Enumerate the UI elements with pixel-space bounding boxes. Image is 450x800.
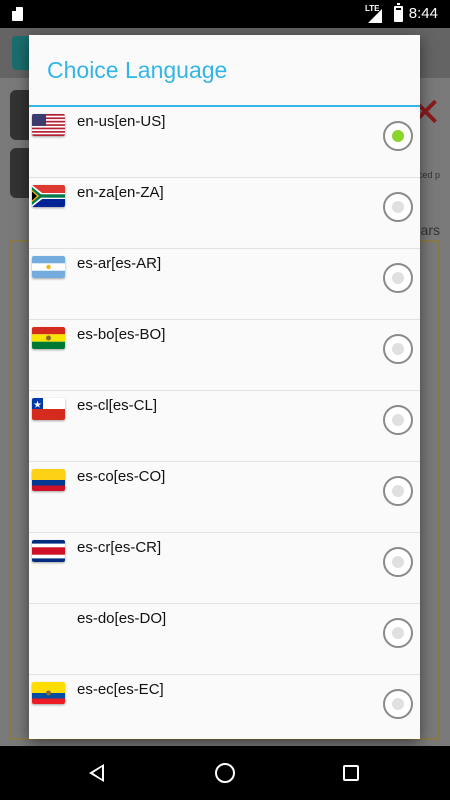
signal-icon bbox=[368, 9, 382, 23]
background-text: ars bbox=[420, 222, 440, 238]
radio-button[interactable] bbox=[383, 405, 413, 435]
language-label: es-cr[es-CR] bbox=[77, 539, 162, 556]
radio-button[interactable] bbox=[383, 547, 413, 577]
radio-dot-icon bbox=[392, 485, 404, 497]
cr-flag-icon bbox=[32, 540, 65, 562]
radio-button[interactable] bbox=[383, 476, 413, 506]
ar-flag-icon bbox=[32, 256, 65, 278]
status-bar: LTE 8:44 bbox=[0, 0, 450, 28]
radio-button[interactable] bbox=[383, 618, 413, 648]
language-item-es-do[interactable]: es-do[es-DO] bbox=[29, 604, 420, 675]
language-label: es-do[es-DO] bbox=[77, 610, 167, 627]
language-item-en-us[interactable]: en-us[en-US] bbox=[29, 107, 420, 178]
home-icon[interactable] bbox=[215, 763, 235, 783]
radio-dot-icon bbox=[392, 272, 404, 284]
radio-dot-icon bbox=[392, 556, 404, 568]
language-item-es-cr[interactable]: es-cr[es-CR] bbox=[29, 533, 420, 604]
language-item-es-ec[interactable]: es-ec[es-EC] bbox=[29, 675, 420, 739]
radio-button[interactable] bbox=[383, 192, 413, 222]
language-item-en-za[interactable]: en-za[en-ZA] bbox=[29, 178, 420, 249]
background-text: ced p bbox=[417, 170, 440, 180]
radio-dot-icon bbox=[392, 698, 404, 710]
battery-icon bbox=[394, 3, 403, 22]
radio-button[interactable] bbox=[383, 263, 413, 293]
language-list: en-us[en-US] en-za[en-ZA] es-ar[es-AR] e… bbox=[29, 107, 420, 739]
dialog-title: Choice Language bbox=[47, 57, 228, 83]
radio-button[interactable] bbox=[383, 121, 413, 151]
ec-flag-icon bbox=[32, 682, 65, 704]
navigation-bar bbox=[0, 746, 450, 800]
radio-dot-icon bbox=[392, 414, 404, 426]
cl-flag-icon bbox=[32, 398, 65, 420]
language-label: es-ar[es-AR] bbox=[77, 255, 162, 272]
language-dialog: Choice Language en-us[en-US] en-za[en-ZA… bbox=[29, 35, 420, 739]
back-icon[interactable] bbox=[89, 764, 104, 782]
sd-card-icon bbox=[12, 7, 23, 21]
language-item-es-ar[interactable]: es-ar[es-AR] bbox=[29, 249, 420, 320]
language-label: es-bo[es-BO] bbox=[77, 326, 166, 343]
language-item-es-cl[interactable]: es-cl[es-CL] bbox=[29, 391, 420, 462]
language-label: en-us[en-US] bbox=[77, 113, 166, 130]
language-label: en-za[en-ZA] bbox=[77, 184, 164, 201]
language-item-es-co[interactable]: es-co[es-CO] bbox=[29, 462, 420, 533]
co-flag-icon bbox=[32, 469, 65, 491]
radio-dot-icon bbox=[392, 343, 404, 355]
recents-icon[interactable] bbox=[343, 765, 359, 781]
us-flag-icon bbox=[32, 114, 65, 136]
language-item-es-bo[interactable]: es-bo[es-BO] bbox=[29, 320, 420, 391]
radio-button[interactable] bbox=[383, 689, 413, 719]
language-label: es-co[es-CO] bbox=[77, 468, 166, 485]
radio-button[interactable] bbox=[383, 334, 413, 364]
language-label: es-cl[es-CL] bbox=[77, 397, 158, 414]
language-label: es-ec[es-EC] bbox=[77, 681, 164, 698]
radio-dot-icon bbox=[392, 201, 404, 213]
za-flag-icon bbox=[32, 185, 65, 207]
radio-dot-icon bbox=[392, 130, 404, 142]
clock: 8:44 bbox=[408, 5, 438, 22]
radio-dot-icon bbox=[392, 627, 404, 639]
bo-flag-icon bbox=[32, 327, 65, 349]
